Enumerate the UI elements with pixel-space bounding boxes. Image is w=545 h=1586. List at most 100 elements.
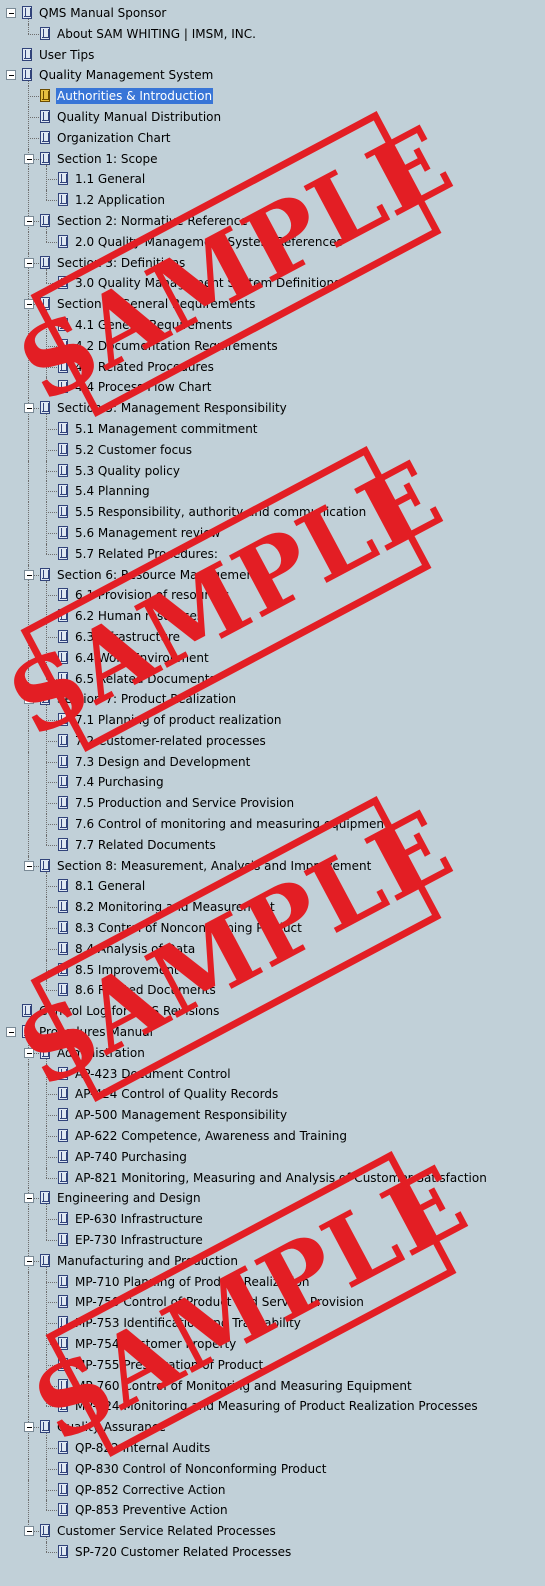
tree-row[interactable]: Organization Chart (0, 127, 545, 149)
collapse-toggle-icon[interactable] (6, 1027, 16, 1038)
tree-item-label[interactable]: MP-754 Customer Property (74, 1336, 237, 1352)
tree-item-label[interactable]: AP-500 Management Responsibility (74, 1107, 288, 1123)
tree-row[interactable]: 7.5 Production and Service Provision (0, 793, 545, 815)
tree-row[interactable]: 6.3 Infrastructure (0, 626, 545, 648)
tree-item-label[interactable]: 6.3 Infrastructure (74, 629, 181, 645)
tree-row[interactable]: AP-424 Control of Quality Records (0, 1084, 545, 1106)
tree-row[interactable]: Quality Manual Distribution (0, 106, 545, 128)
tree-item-label[interactable]: Manufacturing and Production (56, 1253, 239, 1269)
tree-row[interactable]: 4.1 General Requirements (0, 314, 545, 336)
tree-item-label[interactable]: QP-853 Preventive Action (74, 1502, 229, 1518)
tree-row[interactable]: QMS Manual Sponsor (0, 3, 545, 24)
tree-row[interactable]: 1.2 Application (0, 190, 545, 211)
collapse-toggle-icon[interactable] (24, 569, 34, 580)
tree-row[interactable]: 1.1 General (0, 169, 545, 191)
tree-row[interactable]: 5.3 Quality policy (0, 460, 545, 482)
tree-row[interactable]: 5.4 Planning (0, 481, 545, 503)
tree-row[interactable]: Section 4: General Requirements (0, 294, 545, 315)
tree-row[interactable]: Section 3: Definitions (0, 252, 545, 274)
tree-item-label[interactable]: 6.2 Human resources (74, 608, 204, 624)
tree-row[interactable]: 8.1 General (0, 876, 545, 898)
tree-row[interactable]: 7.1 Planning of product realization (0, 710, 545, 731)
tree-row[interactable]: Engineering and Design (0, 1188, 545, 1210)
tree-item-label[interactable]: 6.4 Work Environment (74, 650, 210, 666)
tree-item-label[interactable]: Customer Service Related Processes (56, 1523, 277, 1539)
tree-row[interactable]: QP-822 Internal Audits (0, 1437, 545, 1459)
collapse-toggle-icon[interactable] (24, 153, 34, 164)
tree-item-label[interactable]: 5.1 Management commitment (74, 421, 259, 437)
tree-item-label[interactable]: 4.3 Related Procedures (74, 359, 215, 375)
tree-item-label[interactable]: 8.4 Analysis of Data (74, 941, 196, 957)
tree-row[interactable]: Section 5: Management Responsibility (0, 398, 545, 419)
collapse-toggle-icon[interactable] (24, 1047, 34, 1058)
tree-row[interactable]: Control Log for QMS Revisions (0, 1001, 545, 1022)
tree-row[interactable]: Authorities & Introduction (0, 86, 545, 107)
tree-item-label[interactable]: 5.6 Management review (74, 525, 221, 541)
tree-item-label[interactable]: Section 3: Definitions (56, 255, 186, 271)
tree-item-label[interactable]: 8.1 General (74, 878, 146, 894)
tree-item-label[interactable]: 8.3 Control of Nonconforming Product (74, 920, 303, 936)
tree-row[interactable]: QP-830 Control of Nonconforming Product (0, 1458, 545, 1480)
tree-item-label[interactable]: 8.6 Related Documents (74, 982, 217, 998)
tree-item-label[interactable]: 7.3 Design and Development (74, 754, 251, 770)
collapse-toggle-icon[interactable] (24, 299, 34, 310)
collapse-toggle-icon[interactable] (24, 1193, 34, 1204)
tree-item-label[interactable]: 7.2 Customer-related processes (74, 733, 267, 749)
tree-row[interactable]: 4.4 Process Flow Chart (0, 377, 545, 399)
tree-item-label[interactable]: QP-852 Corrective Action (74, 1482, 226, 1498)
tree-row[interactable]: 8.3 Control of Nonconforming Product (0, 918, 545, 939)
tree-item-label[interactable]: 3.0 Quality Management System Definition… (74, 275, 341, 291)
tree-row[interactable]: 8.2 Monitoring and Measurement (0, 897, 545, 919)
tree-row[interactable]: Section 6: Resource Management (0, 564, 545, 586)
tree-item-label[interactable]: MP-750 Control of Product and Service Pr… (74, 1294, 365, 1310)
collapse-toggle-icon[interactable] (24, 694, 34, 705)
tree-row[interactable]: Section 2: Normative Reference (0, 210, 545, 232)
tree-item-label[interactable]: About SAM WHITING | IMSM, INC. (56, 26, 257, 42)
tree-row[interactable]: 6.2 Human resources (0, 606, 545, 627)
tree-row[interactable]: 3.0 Quality Management System Definition… (0, 273, 545, 295)
collapse-toggle-icon[interactable] (24, 1422, 34, 1433)
tree-item-label[interactable]: Section 5: Management Responsibility (56, 400, 288, 416)
tree-row[interactable]: 5.5 Responsibility, authority and commun… (0, 502, 545, 523)
tree-row[interactable]: 6.1 Provision of resources (0, 585, 545, 607)
tree-item-label[interactable]: MP-824 Monitoring and Measuring of Produ… (74, 1398, 479, 1414)
tree-item-label[interactable]: 7.4 Purchasing (74, 774, 165, 790)
tree-row[interactable]: EP-730 Infrastructure (0, 1230, 545, 1251)
tree-row[interactable]: About SAM WHITING | IMSM, INC. (0, 23, 545, 45)
collapse-toggle-icon[interactable] (6, 8, 16, 18)
tree-item-label[interactable]: AP-424 Control of Quality Records (74, 1086, 279, 1102)
tree-row[interactable]: QP-853 Preventive Action (0, 1500, 545, 1522)
tree-row[interactable]: MP-754 Customer Property (0, 1334, 545, 1355)
tree-row[interactable]: 7.6 Control of monitoring and measuring … (0, 814, 545, 835)
tree-row[interactable]: 8.6 Related Documents (0, 980, 545, 1001)
tree-row[interactable]: User Tips (0, 45, 545, 66)
tree-item-label[interactable]: MP-753 Identification and Traceability (74, 1315, 302, 1331)
tree-row[interactable]: Section 1: Scope (0, 148, 545, 170)
tree-row[interactable]: MP-760 Control of Monitoring and Measuri… (0, 1375, 545, 1397)
tree-item-label[interactable]: MP-760 Control of Monitoring and Measuri… (74, 1378, 413, 1394)
tree-item-label[interactable]: QP-830 Control of Nonconforming Product (74, 1461, 327, 1477)
tree-row[interactable]: 5.1 Management commitment (0, 418, 545, 440)
collapse-toggle-icon[interactable] (24, 1255, 34, 1266)
tree-item-label[interactable]: SP-720 Customer Related Processes (74, 1544, 292, 1560)
tree-item-label[interactable]: 4.4 Process Flow Chart (74, 379, 212, 395)
tree-item-label[interactable]: 7.5 Production and Service Provision (74, 795, 295, 811)
tree-item-label[interactable]: Quality Assurance (56, 1419, 167, 1435)
tree-item-label[interactable]: Quality Manual Distribution (56, 109, 222, 125)
tree-row[interactable]: 5.2 Customer focus (0, 439, 545, 461)
tree-row[interactable]: 8.5 Improvement (0, 959, 545, 981)
tree-item-label[interactable]: Organization Chart (56, 130, 172, 146)
tree-row[interactable]: Section 8: Measurement, Analysis and Imp… (0, 855, 545, 877)
tree-row[interactable]: MP-824 Monitoring and Measuring of Produ… (0, 1396, 545, 1418)
tree-row[interactable]: AP-500 Management Responsibility (0, 1105, 545, 1127)
tree-item-label[interactable]: EP-730 Infrastructure (74, 1232, 204, 1248)
tree-item-label[interactable]: EP-630 Infrastructure (74, 1211, 204, 1227)
tree-row[interactable]: AP-821 Monitoring, Measuring and Analysi… (0, 1167, 545, 1189)
tree-item-label[interactable]: 5.3 Quality policy (74, 463, 181, 479)
tree-item-label[interactable]: 7.7 Related Documents (74, 837, 217, 853)
tree-row[interactable]: 2.0 Quality Management System References (0, 231, 545, 253)
tree-item-label[interactable]: User Tips (38, 47, 95, 63)
tree-item-label[interactable]: Section 8: Measurement, Analysis and Imp… (56, 858, 372, 874)
tree-item-label[interactable]: Quality Management System (38, 67, 214, 83)
tree-item-label[interactable]: Section 7: Product Realization (56, 691, 237, 707)
